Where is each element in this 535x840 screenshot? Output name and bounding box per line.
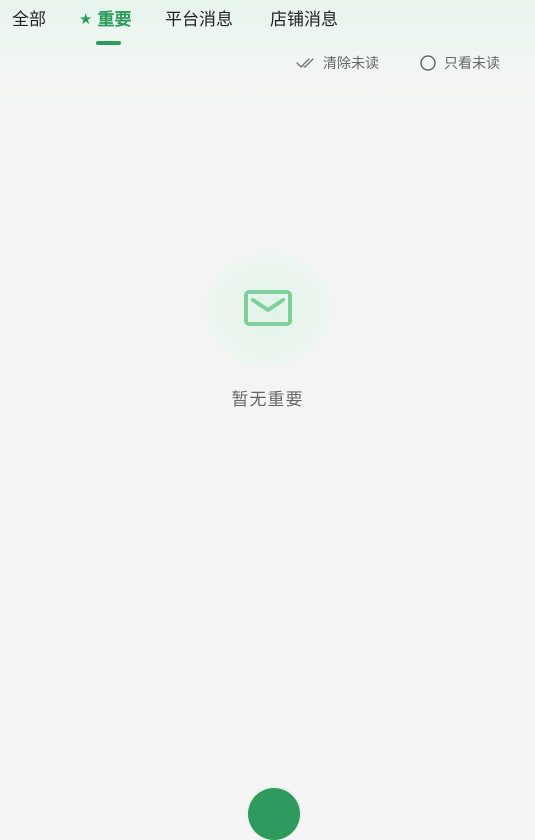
clear-unread-label: 清除未读: [323, 56, 379, 72]
tab-bar: 全部 ★ 重要 平台消息 店铺消息: [0, 0, 535, 46]
empty-state: 暂无重要: [0, 253, 535, 410]
clear-unread-button[interactable]: 清除未读: [296, 53, 379, 73]
empty-state-badge: [204, 253, 331, 367]
tab-important-label: 重要: [97, 10, 132, 30]
messages-page: 全部 ★ 重要 平台消息 店铺消息 清除未读 只看未读 暂无重要: [0, 0, 535, 840]
empty-state-text: 暂无重要: [231, 390, 304, 410]
only-unread-label: 只看未读: [444, 56, 500, 72]
tab-platform-messages-label: 平台消息: [165, 10, 233, 30]
tab-important[interactable]: ★ 重要: [79, 8, 131, 32]
double-check-icon: [296, 57, 316, 69]
tab-all-label: 全部: [12, 10, 46, 30]
star-icon: ★: [79, 10, 93, 28]
action-row: 清除未读 只看未读: [296, 52, 500, 74]
radio-circle-icon: [419, 54, 437, 72]
only-unread-toggle[interactable]: 只看未读: [419, 53, 500, 73]
tab-store-messages[interactable]: 店铺消息: [270, 8, 338, 32]
tab-platform-messages[interactable]: 平台消息: [165, 8, 233, 32]
envelope-icon: [243, 289, 293, 331]
floating-action-button[interactable]: [248, 788, 300, 840]
active-tab-indicator: [96, 41, 121, 45]
tab-all[interactable]: 全部: [12, 8, 46, 32]
tab-store-messages-label: 店铺消息: [270, 10, 338, 30]
